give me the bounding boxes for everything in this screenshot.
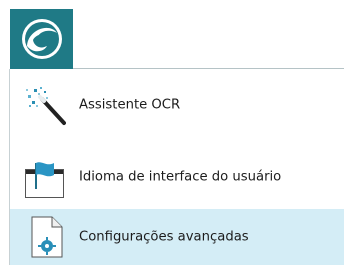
menu-item-interface-language[interactable]: Idioma de interface do usuário [10, 149, 344, 205]
flag-window-icon [25, 162, 64, 198]
wave-logo-icon [21, 19, 62, 59]
menu-item-label: Assistente OCR [79, 97, 181, 113]
application-menu-button[interactable] [10, 9, 73, 69]
menu-item-label: Configurações avançadas [79, 229, 249, 245]
menu-item-advanced-settings[interactable]: Configurações avançadas [10, 209, 344, 265]
application-menu-pane: Assistente OCR Idioma de interface do us… [9, 69, 344, 265]
menu-item-ocr-assistant[interactable]: Assistente OCR [10, 77, 344, 133]
settings-document-icon [31, 216, 63, 258]
menu-item-label: Idioma de interface do usuário [79, 169, 282, 185]
magic-wand-icon [26, 87, 66, 125]
